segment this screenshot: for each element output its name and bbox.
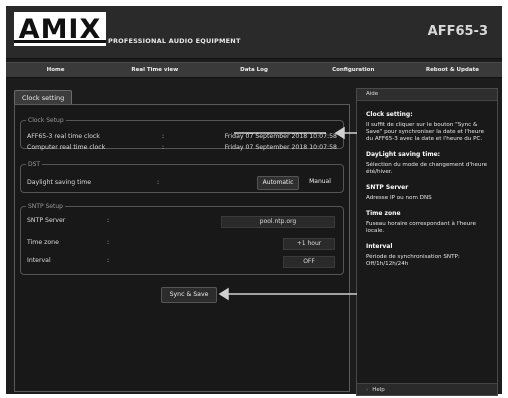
- arrow-head-sync: [218, 287, 229, 301]
- app-window: AMIX PROFESSIONAL AUDIO EQUIPMENT AFF65-…: [6, 6, 502, 396]
- arrow-head-clock: [334, 126, 345, 140]
- annotation-arrows: [218, 126, 357, 301]
